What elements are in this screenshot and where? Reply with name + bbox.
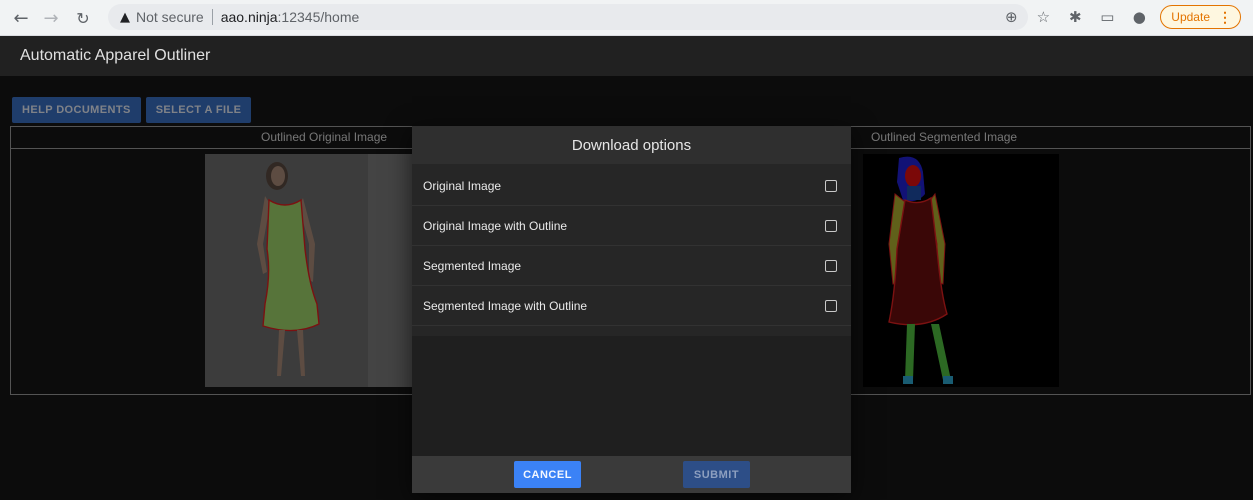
url-path: :12345/home xyxy=(277,9,360,25)
url-host: aao.ninja xyxy=(220,9,278,25)
browser-actions: ⊕ ☆ ✱ ▭ ● Update ⋮ xyxy=(1000,5,1241,29)
update-label: Update xyxy=(1171,10,1210,24)
option-original-image-outline[interactable]: Original Image with Outline xyxy=(412,206,851,246)
download-options-dialog: Download options Original Image Original… xyxy=(412,126,851,493)
dialog-footer: CANCEL SUBMIT xyxy=(412,456,851,493)
star-icon[interactable]: ☆ xyxy=(1032,6,1054,28)
zoom-icon[interactable]: ⊕ xyxy=(1000,6,1022,28)
options-list: Original Image Original Image with Outli… xyxy=(412,164,851,336)
option-label: Original Image xyxy=(423,178,502,193)
browser-toolbar: ← → ↻ ▲ Not secure aao.ninja:12345/home … xyxy=(0,0,1253,36)
dialog-title: Download options xyxy=(571,136,692,154)
extensions-icon[interactable]: ✱ xyxy=(1064,6,1086,28)
dialog-header: Download options xyxy=(412,126,851,164)
profile-icon[interactable]: ● xyxy=(1128,6,1150,28)
back-arrow-icon[interactable]: ← xyxy=(10,7,32,29)
address-separator xyxy=(211,9,213,25)
update-button[interactable]: Update ⋮ xyxy=(1160,5,1241,29)
menu-dots-icon: ⋮ xyxy=(1218,8,1232,25)
cast-icon[interactable]: ▭ xyxy=(1096,6,1118,28)
option-label: Original Image with Outline xyxy=(423,218,568,233)
reload-icon[interactable]: ↻ xyxy=(72,7,94,29)
cancel-button[interactable]: CANCEL xyxy=(514,461,581,488)
app-bar: Automatic Apparel Outliner xyxy=(0,36,1253,76)
option-segmented-image[interactable]: Segmented Image xyxy=(412,246,851,286)
option-label: Segmented Image with Outline xyxy=(423,298,588,313)
warning-icon: ▲ xyxy=(120,9,130,25)
option-label: Segmented Image xyxy=(423,258,522,273)
segmented-image-checkbox[interactable] xyxy=(825,259,837,272)
option-segmented-image-outline[interactable]: Segmented Image with Outline xyxy=(412,286,851,326)
submit-button[interactable]: SUBMIT xyxy=(683,461,750,488)
forward-arrow-icon[interactable]: → xyxy=(40,7,62,29)
option-original-image[interactable]: Original Image xyxy=(412,166,851,206)
segmented-outline-checkbox[interactable] xyxy=(825,299,837,312)
address-bar[interactable]: ▲ Not secure aao.ninja:12345/home xyxy=(108,4,1028,30)
original-outline-checkbox[interactable] xyxy=(825,219,837,232)
app-title: Automatic Apparel Outliner xyxy=(20,47,211,64)
original-image-checkbox[interactable] xyxy=(825,179,837,192)
security-label: Not secure xyxy=(136,9,204,25)
